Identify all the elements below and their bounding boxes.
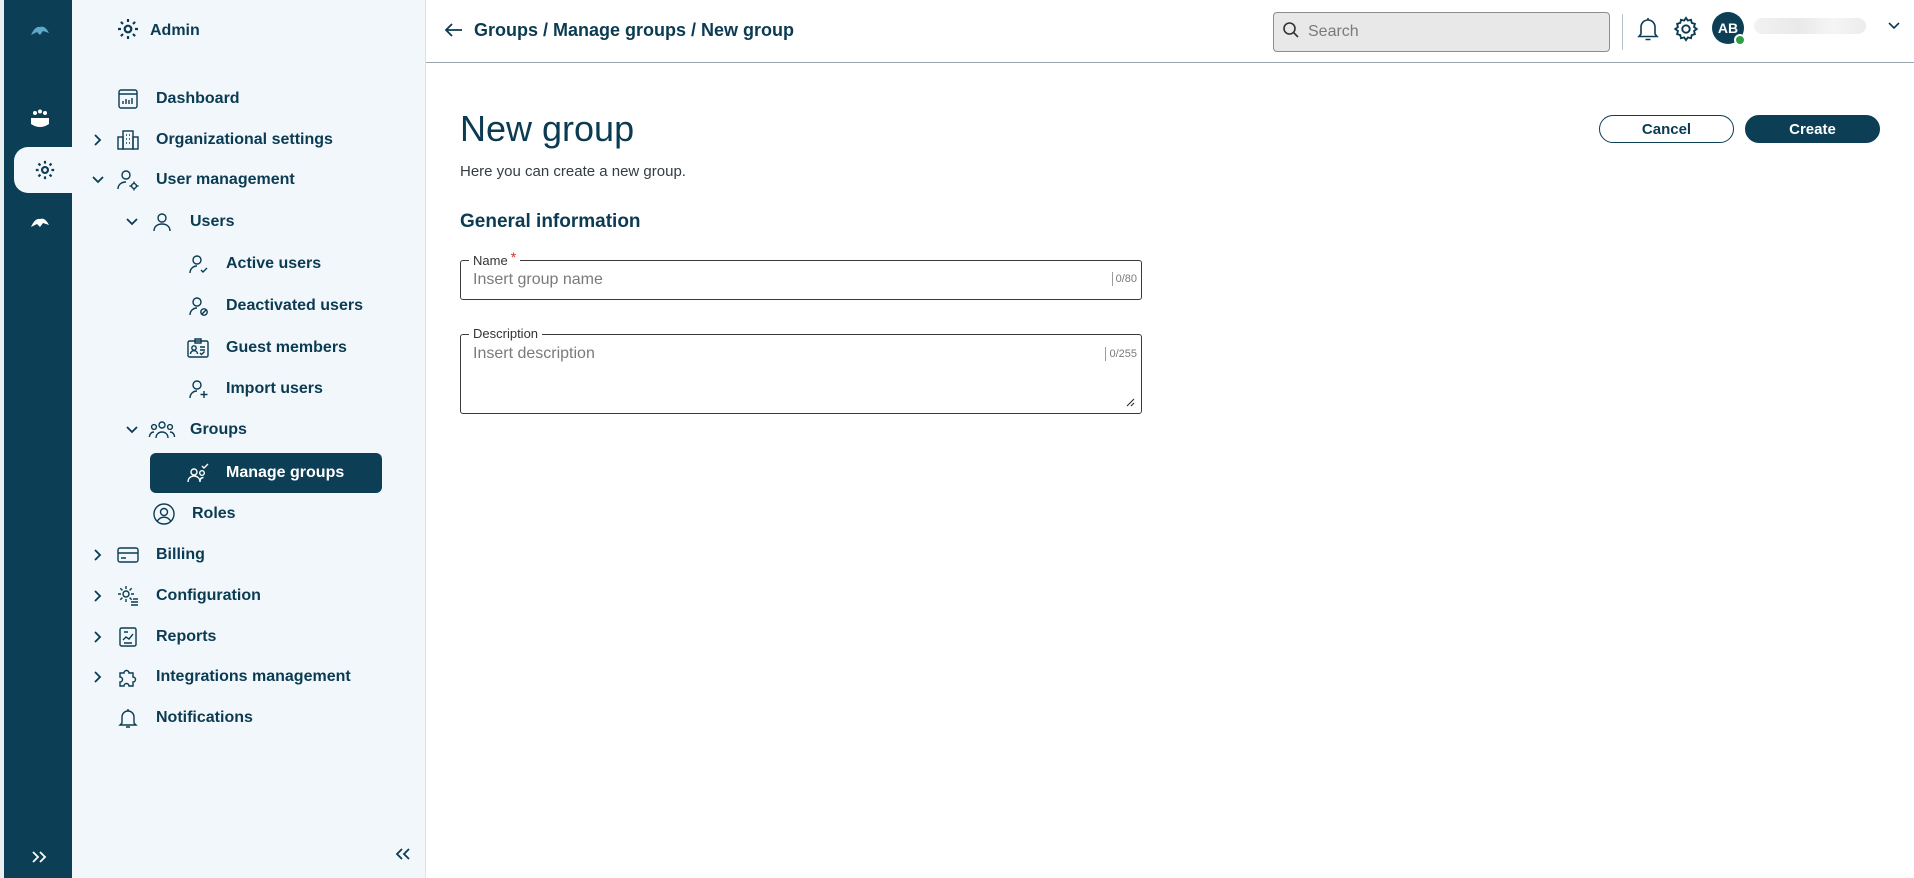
user-plus-icon <box>184 375 212 403</box>
sidebar-item-billing[interactable]: Billing <box>88 535 205 575</box>
description-field-label: Description <box>469 326 543 341</box>
sidebar-item-roles[interactable]: Roles <box>150 494 236 534</box>
username-redacted[interactable] <box>1754 18 1866 34</box>
id-card-icon <box>184 334 212 362</box>
sidebar-item-org-settings[interactable]: Organizational settings <box>88 120 333 160</box>
sidebar-item-active-users[interactable]: Active users <box>184 244 321 284</box>
report-icon <box>114 623 142 651</box>
sidebar-item-dashboard[interactable]: Dashboard <box>114 79 240 119</box>
name-char-counter: 0/80 <box>1111 272 1137 286</box>
chevron-right-icon[interactable] <box>88 545 108 565</box>
description-field[interactable]: Description 0/255 <box>460 326 1142 414</box>
dashboard-icon <box>114 85 142 113</box>
gear-icon <box>116 17 140 46</box>
chevron-right-icon[interactable] <box>88 667 108 687</box>
gear-list-icon <box>114 582 142 610</box>
user-check-icon <box>184 250 212 278</box>
section-title: General information <box>460 211 641 232</box>
credit-card-icon <box>114 541 142 569</box>
presence-status-icon <box>1734 34 1746 46</box>
cloud-icon[interactable] <box>8 200 72 246</box>
sidebar-item-label: Reports <box>156 628 217 645</box>
chevron-down-icon[interactable] <box>122 420 142 440</box>
sidebar-item-label: Deactivated users <box>226 297 363 314</box>
resize-handle-icon[interactable] <box>1125 397 1135 407</box>
sidebar-item-label: Integrations management <box>156 668 351 685</box>
expand-rail-icon[interactable] <box>8 834 72 878</box>
sidebar-item-reports[interactable]: Reports <box>88 617 216 657</box>
sidebar-item-label: Roles <box>192 505 236 522</box>
sidebar-item-label: Notifications <box>156 709 253 726</box>
sidebar-item-configuration[interactable]: Configuration <box>88 576 261 616</box>
apps-icon[interactable] <box>8 96 72 142</box>
back-arrow-icon[interactable] <box>442 18 466 42</box>
bell-icon[interactable] <box>1633 14 1663 44</box>
name-field-label: Name * <box>469 249 521 268</box>
description-input[interactable] <box>473 345 1073 405</box>
sidebar: Admin Dashboard Organizational settings … <box>72 0 426 878</box>
sidebar-item-label: Groups <box>190 421 247 438</box>
sidebar-item-label: Organizational settings <box>156 131 333 148</box>
sidebar-title: Admin <box>150 22 200 39</box>
group-check-icon <box>184 459 212 487</box>
user-gear-icon <box>114 166 142 194</box>
sidebar-item-groups[interactable]: Groups <box>122 410 247 450</box>
sidebar-item-label: Users <box>190 213 235 230</box>
search-input[interactable] <box>1308 23 1588 41</box>
settings-gear-icon[interactable] <box>1671 14 1701 44</box>
puzzle-icon <box>114 663 142 691</box>
create-button[interactable]: Create <box>1745 115 1880 143</box>
bell-icon <box>114 704 142 732</box>
app-rail <box>0 0 76 878</box>
logo-icon[interactable] <box>8 8 72 54</box>
sidebar-item-label: User management <box>156 171 295 188</box>
group-name-input[interactable] <box>473 270 1073 290</box>
toolbar-divider <box>1622 14 1623 50</box>
search-icon <box>1282 21 1300 44</box>
sidebar-item-label: Configuration <box>156 587 261 604</box>
chevron-down-icon[interactable] <box>1884 16 1904 36</box>
collapse-sidebar-icon[interactable] <box>390 842 414 866</box>
description-char-counter: 0/255 <box>1105 347 1137 361</box>
sidebar-item-notifications[interactable]: Notifications <box>114 698 253 738</box>
sidebar-item-label: Import users <box>226 380 323 397</box>
sidebar-header: Admin <box>72 0 426 62</box>
sidebar-item-manage-groups[interactable]: Manage groups <box>150 453 382 493</box>
admin-rail-button[interactable] <box>14 147 76 193</box>
sidebar-item-label: Manage groups <box>226 464 345 481</box>
sidebar-item-integrations[interactable]: Integrations management <box>88 657 351 697</box>
sidebar-item-label: Billing <box>156 546 205 563</box>
user-icon <box>148 208 176 236</box>
name-field[interactable]: Name* 0/80 <box>460 249 1142 300</box>
chevron-right-icon[interactable] <box>88 586 108 606</box>
sidebar-item-guest-members[interactable]: Guest members <box>184 328 347 368</box>
sidebar-item-users[interactable]: Users <box>122 202 234 242</box>
sidebar-item-label: Dashboard <box>156 90 240 107</box>
breadcrumb[interactable]: Groups / Manage groups / New group <box>474 20 794 41</box>
sidebar-item-deactivated-users[interactable]: Deactivated users <box>184 286 363 326</box>
building-icon <box>114 126 142 154</box>
sidebar-item-label: Active users <box>226 255 322 272</box>
sidebar-item-label: Guest members <box>226 339 347 356</box>
page-title: New group <box>460 108 635 149</box>
chevron-right-icon[interactable] <box>88 130 108 150</box>
top-bar: Groups / Manage groups / New group AB <box>426 0 1914 63</box>
chevron-right-icon[interactable] <box>88 627 108 647</box>
group-icon <box>148 416 176 444</box>
cancel-button[interactable]: Cancel <box>1599 115 1734 143</box>
search-box[interactable] <box>1273 12 1610 52</box>
sidebar-item-import-users[interactable]: Import users <box>184 369 323 409</box>
chevron-down-icon[interactable] <box>122 212 142 232</box>
user-blocked-icon <box>184 292 212 320</box>
page-subtitle: Here you can create a new group. <box>460 163 686 180</box>
required-mark: * <box>510 249 517 265</box>
user-circle-icon <box>150 500 178 528</box>
sidebar-item-user-management[interactable]: User management <box>88 160 295 200</box>
chevron-down-icon[interactable] <box>88 170 108 190</box>
